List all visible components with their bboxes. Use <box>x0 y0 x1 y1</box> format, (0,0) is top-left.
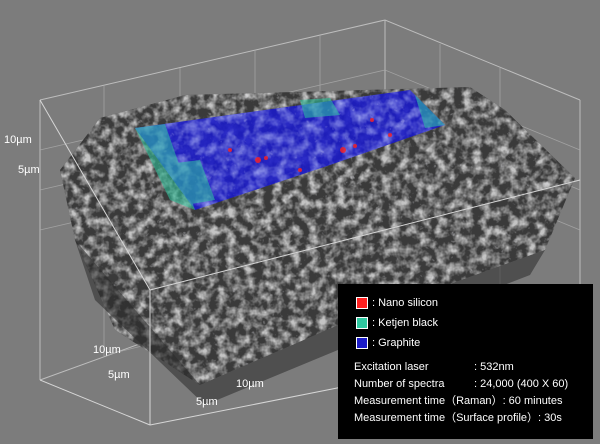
spec-value: : 532nm <box>474 361 514 373</box>
spec-row-measurement-time-raman: Measurement time（Raman）: 60 minutes <box>354 394 562 408</box>
legend-swatch-nano-silicon <box>356 297 368 309</box>
spec-row-excitation-laser: Excitation laser : 532nm <box>354 360 514 374</box>
spec-value: : 60 minutes <box>502 395 563 407</box>
legend-label-nano-silicon: : Nano silicon <box>372 297 439 309</box>
z-axis-label-upper: 10µm <box>4 134 32 146</box>
spec-value: : 30s <box>538 412 562 424</box>
legend-label-ketjen-black: : Ketjen black <box>372 317 439 329</box>
legend-item-graphite: : Graphite <box>356 336 420 350</box>
x-axis-label-upper: 10µm <box>236 378 264 390</box>
figure-root: 10µm 5µm 10µm 5µm 10µm 5µm : Nano silico… <box>0 0 600 444</box>
spec-value: : 24,000 (400 X 60) <box>474 378 569 390</box>
spec-key: Number of spectra <box>354 378 445 390</box>
x-axis-label-lower: 5µm <box>196 396 218 408</box>
legend-swatch-graphite <box>356 337 368 349</box>
y-axis-label-upper: 10µm <box>93 344 121 356</box>
spec-key: Measurement time（Raman） <box>354 395 503 407</box>
legend-item-nano-silicon: : Nano silicon <box>356 296 438 310</box>
spec-row-measurement-time-surface: Measurement time（Surface profile）: 30s <box>354 411 562 425</box>
legend-item-ketjen-black: : Ketjen black <box>356 316 438 330</box>
y-axis-label-lower: 5µm <box>108 369 130 381</box>
legend-label-graphite: : Graphite <box>372 337 421 349</box>
legend-swatch-ketjen-black <box>356 317 368 329</box>
spec-row-number-of-spectra: Number of spectra : 24,000 (400 X 60) <box>354 377 568 391</box>
z-axis-label-lower: 5µm <box>18 164 40 176</box>
spec-key: Excitation laser <box>354 361 429 373</box>
spec-key: Measurement time（Surface profile） <box>354 412 539 424</box>
info-panel: : Nano silicon : Ketjen black : Graphite… <box>338 284 593 439</box>
